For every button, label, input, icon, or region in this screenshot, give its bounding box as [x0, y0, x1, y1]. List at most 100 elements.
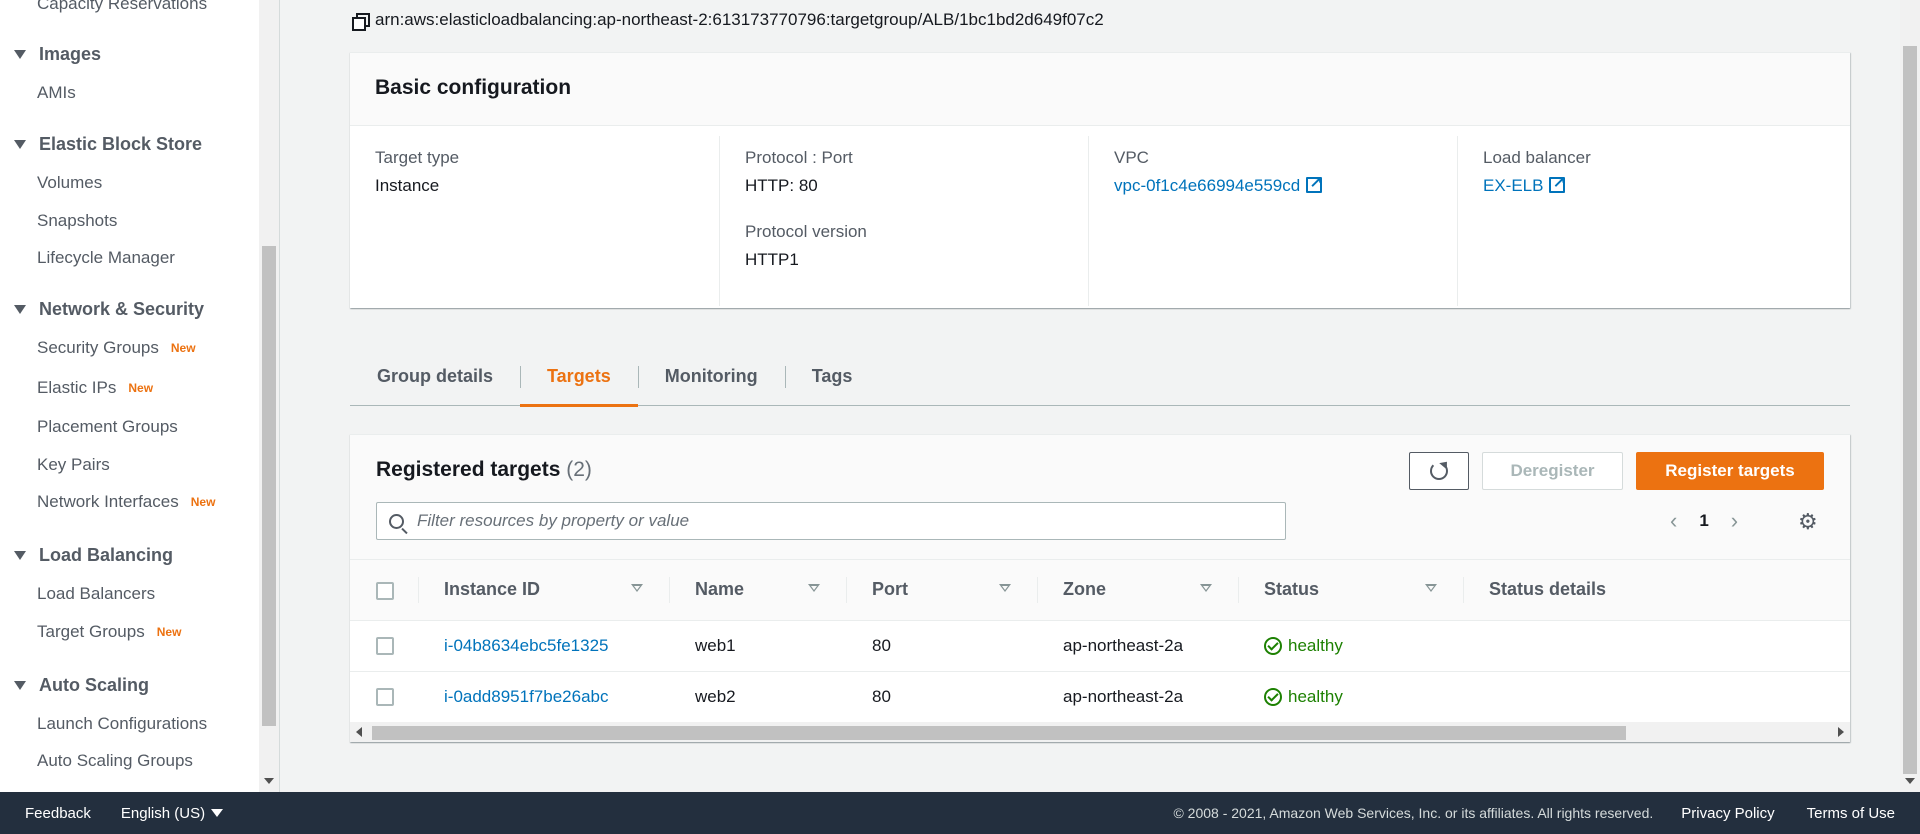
- tab-tags[interactable]: Tags: [784, 348, 880, 406]
- sidebar-item-load-balancers[interactable]: Load Balancers: [37, 584, 155, 604]
- feedback-link[interactable]: Feedback: [25, 805, 91, 822]
- protocol-column: Protocol : Port HTTP: 80 Protocol versio…: [719, 136, 1088, 306]
- scroll-down-arrow-icon[interactable]: [264, 778, 274, 784]
- gear-icon[interactable]: ⚙: [1798, 509, 1818, 535]
- registered-targets-title: Registered targets (2): [376, 458, 592, 481]
- footer: Feedback English (US) © 2008 - 2021, Ama…: [0, 792, 1920, 834]
- sidebar-item-capacity-reservations[interactable]: Capacity Reservations: [37, 0, 207, 14]
- target-type-value: Instance: [375, 176, 440, 195]
- protocol-version-value: HTTP1: [745, 250, 799, 269]
- tab-targets[interactable]: Targets: [520, 348, 638, 407]
- sidebar-scrollbar[interactable]: [259, 0, 279, 792]
- sidebar-item-target-groups[interactable]: Target Groups New: [37, 622, 181, 642]
- target-port: 80: [872, 635, 891, 655]
- refresh-icon: [1430, 462, 1448, 480]
- filter-input[interactable]: Filter resources by property or value: [376, 502, 1286, 540]
- caret-down-icon: [211, 808, 224, 817]
- sidebar-section-elastic-block-store[interactable]: Elastic Block Store: [14, 134, 202, 155]
- sort-icon[interactable]: [1200, 584, 1212, 592]
- chevron-left-icon[interactable]: ‹: [1670, 508, 1677, 534]
- caret-down-icon: [14, 140, 26, 149]
- table-row[interactable]: i-04b8634ebc5fe1325 web1 80 ap-northeast…: [350, 620, 1850, 671]
- check-circle-icon: [1264, 636, 1282, 655]
- sidebar-item-launch-configurations[interactable]: Launch Configurations: [37, 714, 207, 734]
- caret-down-icon: [14, 305, 26, 314]
- select-all-checkbox[interactable]: [376, 581, 394, 600]
- sidebar-item-security-groups[interactable]: Security Groups New: [37, 338, 196, 358]
- load-balancer-column: Load balancer EX-ELB: [1457, 136, 1826, 306]
- basic-configuration-title: Basic configuration: [350, 53, 1850, 126]
- tab-monitoring[interactable]: Monitoring: [637, 348, 785, 406]
- row-checkbox[interactable]: [376, 637, 394, 656]
- column-status[interactable]: Status: [1238, 560, 1463, 620]
- table-header-row: Instance ID Name Port Zone Status Status…: [350, 560, 1850, 620]
- sidebar-item-snapshots[interactable]: Snapshots: [37, 211, 117, 231]
- external-link-icon[interactable]: [1549, 173, 1566, 193]
- sort-icon[interactable]: [631, 584, 643, 592]
- sort-icon[interactable]: [808, 584, 820, 592]
- privacy-policy-link[interactable]: Privacy Policy: [1681, 805, 1774, 822]
- tab-group-details[interactable]: Group details: [350, 348, 520, 406]
- main-scrollbar[interactable]: [1900, 0, 1920, 792]
- register-targets-button[interactable]: Register targets: [1636, 452, 1824, 490]
- target-group-arn: arn:aws:elasticloadbalancing:ap-northeas…: [351, 10, 1104, 31]
- column-instance-id[interactable]: Instance ID: [418, 560, 669, 620]
- target-port: 80: [872, 686, 891, 706]
- sort-icon[interactable]: [1425, 584, 1437, 592]
- row-checkbox[interactable]: [376, 688, 394, 707]
- sidebar-section-auto-scaling[interactable]: Auto Scaling: [14, 675, 149, 696]
- column-name[interactable]: Name: [669, 560, 846, 620]
- sidebar-item-amis[interactable]: AMIs: [37, 83, 76, 103]
- refresh-button[interactable]: [1409, 452, 1469, 490]
- sidebar-section-images[interactable]: Images: [14, 44, 101, 65]
- instance-id-link[interactable]: i-04b8634ebc5fe1325: [418, 620, 669, 671]
- status-details: [1463, 620, 1850, 671]
- sidebar-item-volumes[interactable]: Volumes: [37, 173, 102, 193]
- column-zone[interactable]: Zone: [1037, 560, 1238, 620]
- scrollbar-thumb[interactable]: [372, 726, 1626, 740]
- new-badge: New: [128, 381, 154, 395]
- scroll-right-arrow-icon[interactable]: [1838, 727, 1844, 737]
- vpc-link[interactable]: vpc-0f1c4e66994e559cd: [1114, 176, 1300, 195]
- protocol-version-label: Protocol version: [745, 222, 867, 241]
- pagination: ‹ 1 ›: [1670, 508, 1738, 534]
- deregister-button[interactable]: Deregister: [1482, 452, 1623, 490]
- sort-icon[interactable]: [999, 584, 1011, 592]
- table-horizontal-scrollbar[interactable]: [350, 722, 1850, 742]
- sidebar-item-network-interfaces[interactable]: Network Interfaces New: [37, 492, 215, 512]
- new-badge: New: [190, 495, 216, 509]
- instance-id-link[interactable]: i-0add8951f7be26abc: [418, 671, 669, 722]
- filter-placeholder: Filter resources by property or value: [417, 511, 690, 530]
- terms-of-use-link[interactable]: Terms of Use: [1807, 805, 1895, 822]
- scroll-left-arrow-icon[interactable]: [356, 727, 362, 737]
- copyright-text: © 2008 - 2021, Amazon Web Services, Inc.…: [1173, 805, 1654, 821]
- sidebar-item-placement-groups[interactable]: Placement Groups: [37, 417, 178, 437]
- basic-configuration-panel: Basic configuration Target type Instance…: [350, 52, 1850, 308]
- page-number[interactable]: 1: [1699, 511, 1708, 531]
- sidebar-item-elastic-ips[interactable]: Elastic IPs New: [37, 378, 153, 398]
- status-badge: healthy: [1264, 636, 1463, 656]
- target-type-column: Target type Instance: [350, 126, 719, 308]
- sidebar-item-key-pairs[interactable]: Key Pairs: [37, 455, 110, 475]
- column-port[interactable]: Port: [846, 560, 1037, 620]
- external-link-icon[interactable]: [1306, 173, 1323, 193]
- sidebar-item-lifecycle-manager[interactable]: Lifecycle Manager: [37, 248, 175, 268]
- caret-down-icon: [14, 551, 26, 560]
- load-balancer-link[interactable]: EX-ELB: [1483, 176, 1543, 195]
- language-selector[interactable]: English (US): [121, 805, 224, 822]
- new-badge: New: [156, 625, 182, 639]
- target-name: web1: [695, 635, 736, 655]
- protocol-port-value: HTTP: 80: [745, 176, 818, 195]
- scroll-down-arrow-icon[interactable]: [1905, 778, 1915, 784]
- sidebar-section-load-balancing[interactable]: Load Balancing: [14, 545, 173, 566]
- sidebar-section-network-security[interactable]: Network & Security: [14, 299, 204, 320]
- scrollbar-thumb[interactable]: [1903, 46, 1917, 774]
- check-circle-icon: [1264, 687, 1282, 706]
- copy-icon[interactable]: [351, 11, 370, 31]
- sidebar-item-auto-scaling-groups[interactable]: Auto Scaling Groups: [37, 751, 193, 771]
- scrollbar-thumb[interactable]: [262, 246, 276, 726]
- new-badge: New: [170, 341, 196, 355]
- chevron-right-icon[interactable]: ›: [1731, 508, 1738, 534]
- load-balancer-label: Load balancer: [1483, 148, 1591, 167]
- table-row[interactable]: i-0add8951f7be26abc web2 80 ap-northeast…: [350, 671, 1850, 722]
